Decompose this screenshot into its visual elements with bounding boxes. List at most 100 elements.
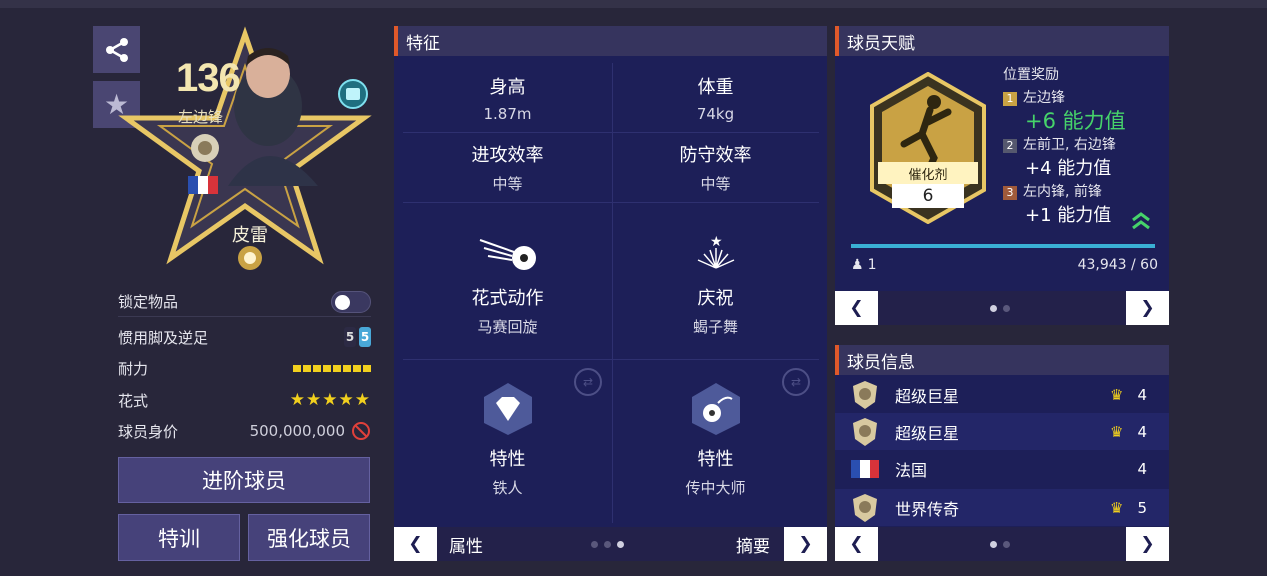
foot-right-value: 5 — [359, 327, 371, 347]
position-bonus-2: 2 左前卫, 右边锋 +4 能力值 — [1003, 134, 1116, 180]
info-prev-button[interactable]: ❮ — [835, 527, 878, 561]
traits-divider — [403, 202, 819, 203]
chemistry-value: 4 — [1137, 385, 1147, 404]
chemistry-value: 5 — [1137, 498, 1147, 517]
talent-count-value: 1 — [867, 257, 877, 273]
trait-2-value: 传中大师 — [685, 479, 746, 497]
traits-divider — [403, 359, 819, 360]
bonus-rank-2: 2 — [1003, 139, 1017, 153]
value-row: 球员身价 500,000,000 — [118, 416, 371, 446]
bonus-positions-1: 左边锋 — [1023, 90, 1065, 106]
svg-text:★: ★ — [710, 234, 723, 250]
player-value: 500,000,000 — [249, 422, 345, 440]
ball-flight-icon — [691, 383, 740, 435]
bonus-rank-1: 1 — [1003, 92, 1017, 106]
chemistry-value: 4 — [1137, 459, 1147, 478]
talent-progress-bar — [851, 244, 1155, 248]
talent-prev-button[interactable]: ❮ — [835, 291, 878, 325]
info-row-label: 世界传奇 — [895, 499, 960, 519]
traits-next-label[interactable]: 摘要 — [736, 532, 770, 557]
weight-cell: 体重 74kg — [612, 73, 819, 123]
defense-rate-cell: 防守效率 中等 — [612, 141, 819, 194]
skill-stars: ★★★★★ — [289, 390, 371, 410]
attack-rate-value: 中等 — [492, 175, 523, 193]
info-row[interactable]: 超级巨星 ♛ 4 — [835, 376, 1169, 413]
player-ovr: 136 — [176, 56, 241, 100]
player-info-title: 球员信息 — [835, 345, 1169, 375]
fireworks-icon: ★ — [697, 234, 734, 269]
player-card[interactable]: 136 左边锋 皮雷 — [118, 26, 372, 281]
celebration-label: 庆祝 — [697, 288, 734, 309]
traits-next-button[interactable]: ❯ — [784, 527, 827, 561]
foot-left-value: 5 — [344, 327, 356, 347]
trait-2-cell[interactable]: 特性 传中大师 — [612, 381, 819, 498]
icon-badge-icon — [853, 493, 877, 522]
diamond-icon — [483, 383, 532, 435]
enhance-player-button[interactable]: 强化球员 — [248, 514, 370, 561]
celebration-value: 蝎子舞 — [692, 318, 738, 336]
weight-value: 74kg — [696, 105, 735, 123]
lock-item-toggle[interactable] — [331, 290, 371, 313]
player-position: 左边锋 — [178, 108, 224, 126]
trait-1-cell[interactable]: 特性 铁人 — [404, 381, 611, 498]
celebration-cell[interactable]: ★ 庆祝 蝎子舞 — [612, 232, 819, 337]
bonus-value-1: +6 能力值 — [1025, 109, 1126, 133]
defense-rate-value: 中等 — [700, 175, 731, 193]
train-button[interactable]: 特训 — [118, 514, 240, 561]
info-next-button[interactable]: ❯ — [1126, 527, 1169, 561]
soccer-ball-icon — [479, 239, 536, 270]
bonus-value-3: +1 能力值 — [1025, 205, 1112, 226]
skill-move-cell[interactable]: 花式动作 马赛回旋 — [404, 232, 611, 337]
skill-move-value: 马赛回旋 — [477, 318, 538, 336]
attack-rate-cell: 进攻效率 中等 — [404, 141, 611, 194]
position-bonus-title: 位置奖励 — [1003, 67, 1059, 83]
traits-pager: ❮ 属性 摘要 ❯ — [394, 527, 827, 561]
height-label: 身高 — [489, 77, 526, 98]
attack-rate-label: 进攻效率 — [471, 145, 544, 166]
person-icon: ♟ — [851, 257, 864, 273]
foot-row: 惯用脚及逆足 5 5 — [118, 322, 371, 352]
france-flag-icon — [851, 459, 879, 478]
info-page-dots — [990, 540, 1010, 548]
stamina-label: 耐力 — [118, 359, 149, 378]
stamina-row: 耐力 — [118, 353, 371, 383]
info-row[interactable]: 超级巨星 ♛ 4 — [835, 413, 1169, 450]
traits-prev-button[interactable]: ❮ — [394, 527, 437, 561]
advance-player-button[interactable]: 进阶球员 — [118, 457, 370, 503]
lock-item-label: 锁定物品 — [118, 293, 179, 311]
stamina-bar — [293, 364, 371, 372]
info-pager: ❮ ❯ — [835, 527, 1169, 561]
club-icon: ♛ — [1110, 385, 1124, 404]
traits-divider — [403, 132, 819, 133]
catalyst-badge-level: 6 — [922, 186, 934, 206]
talent-next-button[interactable]: ❯ — [1126, 291, 1169, 325]
position-bonus-3: 3 左内锋, 前锋 +1 能力值 — [1003, 181, 1111, 227]
skill-row: 花式 ★★★★★ — [118, 385, 371, 415]
info-row[interactable]: 世界传奇 ♛ 5 — [835, 489, 1169, 526]
height-cell: 身高 1.87m — [404, 73, 611, 123]
weight-label: 体重 — [697, 77, 734, 98]
chemistry-value: 4 — [1137, 422, 1147, 441]
upgrade-chevrons-icon — [1132, 212, 1150, 230]
position-bonus-1: 1 左边锋 +6 能力值 — [1003, 87, 1126, 135]
club-icon: ♛ — [1110, 498, 1124, 517]
info-row-label: 法国 — [895, 460, 928, 480]
traits-title: 特征 — [394, 26, 827, 56]
bonus-positions-2: 左前卫, 右边锋 — [1023, 137, 1116, 153]
info-row[interactable]: 法国 4 — [835, 450, 1169, 487]
talent-page-dots — [990, 304, 1010, 312]
icon-badge-icon — [853, 417, 877, 446]
icon-badge-icon — [853, 380, 877, 409]
player-name: 皮雷 — [232, 225, 268, 246]
bonus-positions-3: 左内锋, 前锋 — [1023, 184, 1102, 200]
no-sale-icon — [352, 422, 370, 440]
talent-count: ♟ 1 — [851, 257, 876, 273]
trait-1-value: 铁人 — [492, 479, 523, 497]
talent-progress-value: 43,943 / 60 — [1077, 257, 1158, 273]
info-row-label: 超级巨星 — [895, 423, 960, 443]
catalyst-badge-label: 催化剂 — [908, 168, 948, 183]
traits-prev-label[interactable]: 属性 — [449, 532, 569, 557]
info-row-label: 超级巨星 — [895, 386, 960, 406]
value-label: 球员身价 — [118, 422, 179, 441]
top-bar — [0, 0, 1267, 8]
